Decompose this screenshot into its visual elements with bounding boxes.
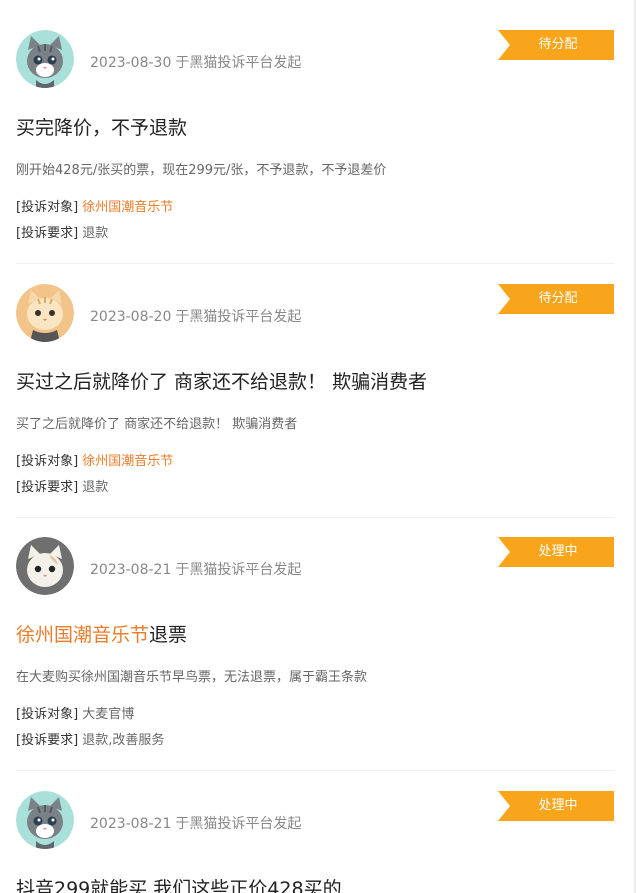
complaint-demand-label: [投诉要求] bbox=[16, 226, 79, 241]
complaint-target-label: [投诉对象] bbox=[16, 454, 79, 469]
status-badge: 待分配 bbox=[498, 30, 614, 60]
complaint-target-value[interactable]: 大麦官博 bbox=[82, 707, 134, 722]
orange-cat-avatar-icon bbox=[16, 284, 74, 342]
complaint-description: 在大麦购买徐州国潮音乐节早鸟票，无法退票，属于霸王条款 bbox=[16, 670, 368, 685]
complaint-meta: 2023-08-30 于黑猫投诉平台发起 bbox=[90, 52, 301, 72]
complaint-description: 买了之后就降价了 商家还不给退款！ 欺骗消费者 bbox=[16, 417, 298, 432]
status-badge: 处理中 bbox=[498, 537, 614, 567]
complaint-target: [投诉对象] 大麦官博 bbox=[16, 703, 134, 722]
gray-tabby-cat-avatar-icon bbox=[16, 30, 74, 88]
white-cat-avatar-icon bbox=[16, 537, 74, 595]
complaint-target: [投诉对象] 徐州国潮音乐节 bbox=[16, 196, 173, 215]
complaint-title-text[interactable]: 退票 bbox=[149, 624, 187, 646]
complaint-title-text[interactable]: 买完降价，不予退款 bbox=[16, 117, 187, 139]
complaint-demand: [投诉要求] 退款 bbox=[16, 476, 108, 495]
card-divider bbox=[16, 517, 614, 518]
complaint-title-text[interactable]: 抖音299就能买 我们这些正价428买的 bbox=[16, 878, 342, 893]
card-divider bbox=[16, 770, 614, 771]
complaint-source: 于黑猫投诉平台发起 bbox=[175, 55, 302, 71]
complaint-date: 2023-08-30 bbox=[90, 55, 172, 71]
complaint-demand-value: 退款 bbox=[82, 480, 109, 495]
complaint-target-link[interactable]: 徐州国潮音乐节 bbox=[82, 454, 173, 469]
status-badge: 待分配 bbox=[498, 284, 614, 314]
status-badge: 处理中 bbox=[498, 791, 614, 821]
complaint-source: 于黑猫投诉平台发起 bbox=[175, 816, 302, 832]
complaint-target-label: [投诉对象] bbox=[16, 200, 79, 215]
complaint-target-label: [投诉对象] bbox=[16, 707, 79, 722]
complaint-demand-value: 退款 bbox=[82, 226, 109, 241]
complaint-demand-label: [投诉要求] bbox=[16, 480, 79, 495]
complaint-meta: 2023-08-20 于黑猫投诉平台发起 bbox=[90, 306, 301, 326]
complaint-demand-label: [投诉要求] bbox=[16, 733, 79, 748]
complaint-list-page: 2023-08-30 于黑猫投诉平台发起 待分配 买完降价，不予退款 刚开始428… bbox=[0, 0, 636, 893]
complaint-title-text[interactable]: 买过之后就降价了 商家还不给退款！ 欺骗消费者 bbox=[16, 371, 427, 393]
complaint-title[interactable]: 买完降价，不予退款 bbox=[16, 116, 187, 140]
complaint-demand-value: 退款,改善服务 bbox=[82, 733, 165, 748]
complaint-demand: [投诉要求] 退款,改善服务 bbox=[16, 729, 164, 748]
complaint-meta: 2023-08-21 于黑猫投诉平台发起 bbox=[90, 559, 301, 579]
complaint-source: 于黑猫投诉平台发起 bbox=[175, 562, 302, 578]
complaint-meta: 2023-08-21 于黑猫投诉平台发起 bbox=[90, 813, 301, 833]
complaint-date: 2023-08-21 bbox=[90, 816, 172, 832]
complaint-target-link[interactable]: 徐州国潮音乐节 bbox=[82, 200, 173, 215]
complaint-title[interactable]: 买过之后就降价了 商家还不给退款！ 欺骗消费者 bbox=[16, 370, 427, 394]
complaint-title-highlight[interactable]: 徐州国潮音乐节 bbox=[16, 624, 149, 646]
gray-tabby-cat-avatar-icon bbox=[16, 791, 74, 849]
complaint-title[interactable]: 徐州国潮音乐节退票 bbox=[16, 623, 187, 647]
complaint-date: 2023-08-20 bbox=[90, 309, 172, 325]
complaint-date: 2023-08-21 bbox=[90, 562, 172, 578]
complaint-target: [投诉对象] 徐州国潮音乐节 bbox=[16, 450, 173, 469]
complaint-description: 刚开始428元/张买的票，现在299元/张，不予退款，不予退差价 bbox=[16, 163, 387, 178]
complaint-demand: [投诉要求] 退款 bbox=[16, 222, 108, 241]
complaint-title[interactable]: 抖音299就能买 我们这些正价428买的 bbox=[16, 877, 342, 893]
card-divider bbox=[16, 263, 614, 264]
complaint-source: 于黑猫投诉平台发起 bbox=[175, 309, 302, 325]
